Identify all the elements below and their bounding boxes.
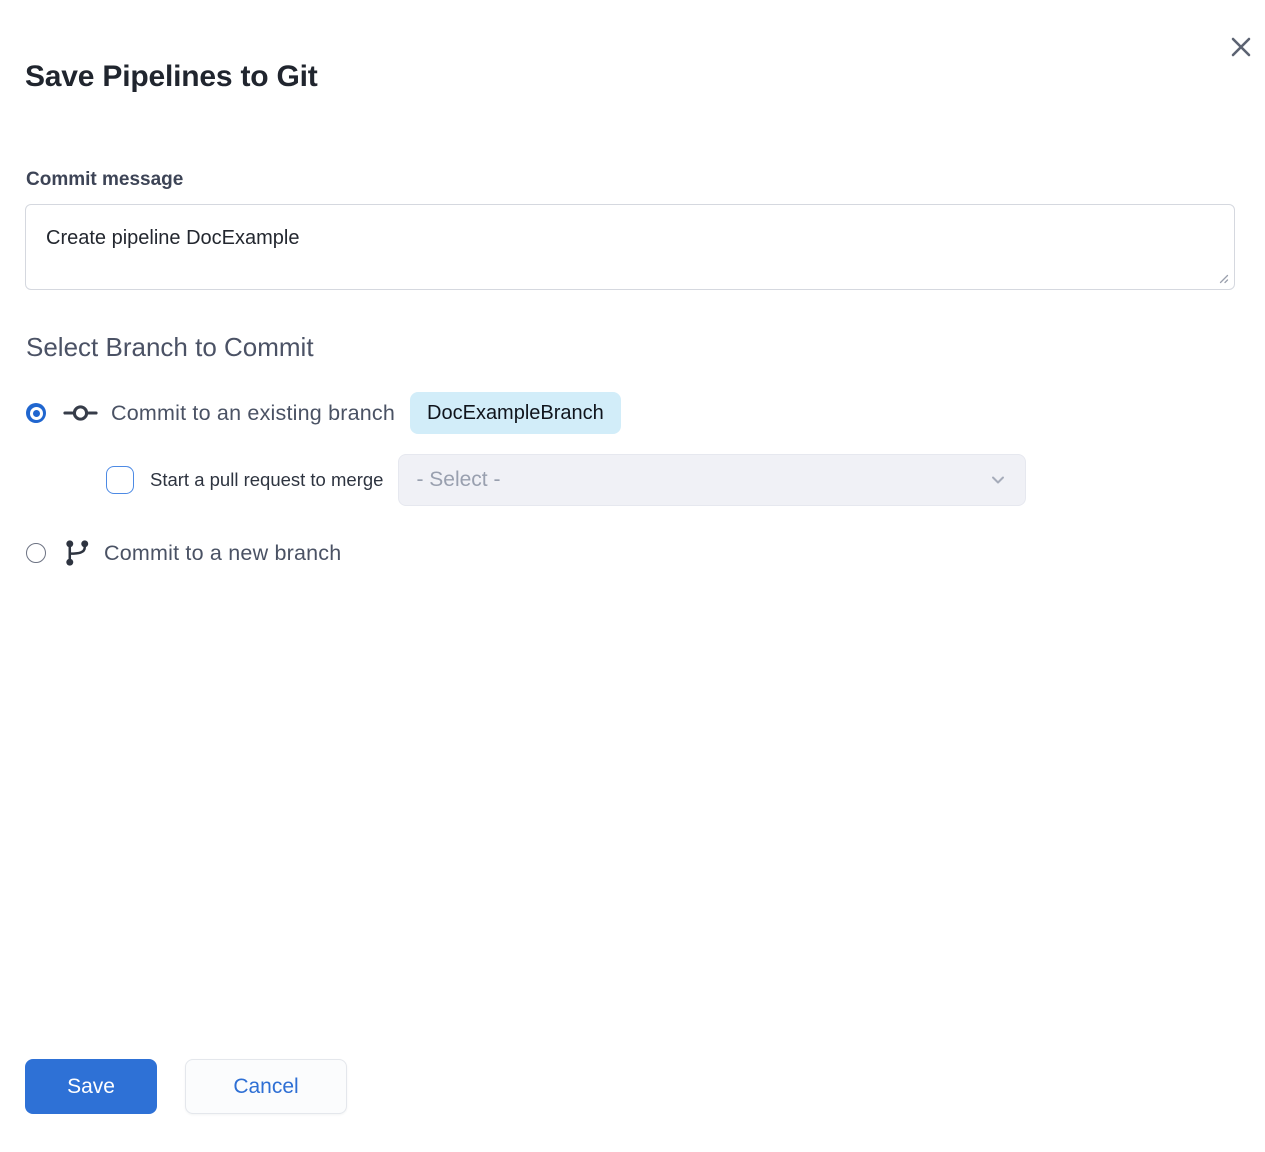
modal-title: Save Pipelines to Git: [25, 58, 1265, 96]
close-icon: [1230, 36, 1252, 58]
save-button[interactable]: Save: [25, 1059, 157, 1114]
close-button[interactable]: [1223, 29, 1259, 65]
commit-message-input[interactable]: Create pipeline DocExample: [26, 205, 1234, 289]
actions-row: Save Cancel: [25, 1059, 347, 1114]
new-branch-label: Commit to a new branch: [104, 541, 341, 566]
new-branch-radio[interactable]: [26, 543, 46, 563]
branch-badge[interactable]: DocExampleBranch: [410, 392, 621, 434]
existing-branch-label: Commit to an existing branch: [111, 401, 395, 426]
commit-message-label: Commit message: [26, 168, 1265, 191]
git-commit-icon: [63, 401, 98, 425]
cancel-button[interactable]: Cancel: [185, 1059, 347, 1114]
pull-request-label: Start a pull request to merge: [150, 469, 383, 491]
branch-section-heading: Select Branch to Commit: [26, 331, 1265, 363]
chevron-down-icon: [988, 470, 1008, 490]
new-branch-row: Commit to a new branch: [26, 538, 1265, 568]
target-branch-select[interactable]: - Select -: [398, 454, 1026, 506]
commit-message-field: Create pipeline DocExample: [25, 204, 1235, 290]
existing-branch-row: Commit to an existing branch DocExampleB…: [26, 392, 1265, 434]
git-branch-icon: [64, 538, 91, 568]
target-branch-select-value: - Select -: [416, 468, 500, 492]
existing-branch-radio[interactable]: [26, 403, 46, 423]
pull-request-row: Start a pull request to merge - Select -: [106, 454, 1265, 506]
resize-handle-icon[interactable]: [1215, 270, 1229, 284]
pull-request-checkbox[interactable]: [106, 466, 134, 494]
save-pipelines-modal: Save Pipelines to Git Commit message Cre…: [0, 0, 1265, 1152]
